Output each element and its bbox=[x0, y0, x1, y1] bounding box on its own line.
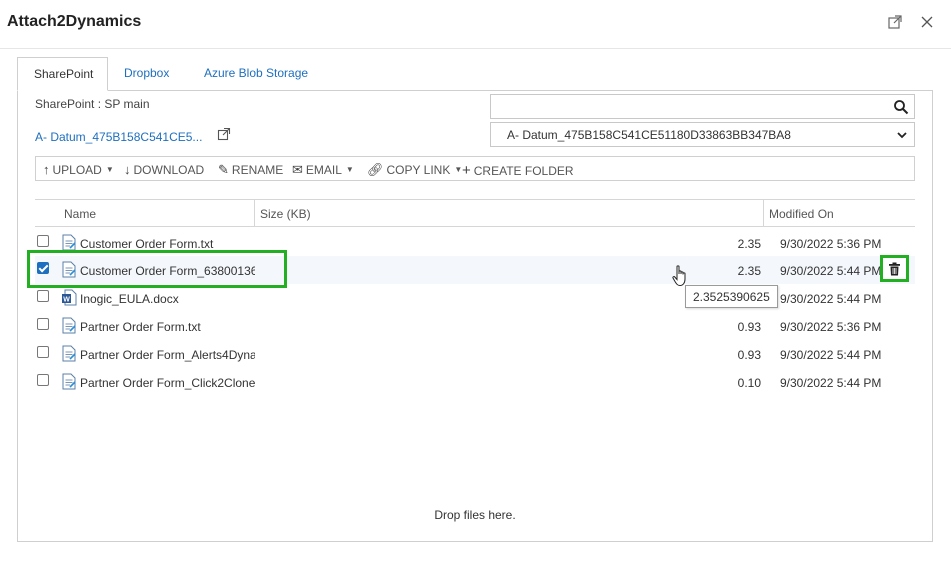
table-row[interactable]: W Inogic_EULA.docx 9/30/2022 5:44 PM bbox=[35, 284, 915, 312]
row-checkbox[interactable] bbox=[37, 235, 49, 247]
file-name[interactable]: Partner Order Form_Click2Clone. bbox=[80, 376, 255, 390]
plus-icon: + bbox=[462, 162, 471, 179]
svg-text:W: W bbox=[63, 297, 70, 304]
column-divider[interactable] bbox=[254, 200, 255, 227]
header-divider bbox=[0, 48, 951, 49]
popout-icon[interactable] bbox=[887, 14, 903, 30]
text-file-icon bbox=[61, 234, 77, 251]
tab-label: Azure Blob Storage bbox=[204, 66, 309, 80]
drop-zone-text[interactable]: Drop files here. bbox=[17, 508, 933, 522]
copy-link-label: COPY LINK bbox=[386, 163, 451, 177]
rename-label: RENAME bbox=[231, 163, 284, 177]
row-checkbox[interactable] bbox=[37, 290, 49, 302]
tab-dropbox[interactable]: Dropbox bbox=[108, 57, 185, 91]
hand-cursor-icon bbox=[672, 265, 690, 287]
row-checkbox[interactable] bbox=[37, 374, 49, 386]
pencil-icon: ✎ bbox=[218, 162, 229, 177]
envelope-icon: ✉ bbox=[292, 162, 303, 177]
file-modified: 9/30/2022 5:44 PM bbox=[780, 264, 882, 278]
row-checkbox[interactable] bbox=[37, 346, 49, 358]
chevron-down-icon bbox=[896, 129, 908, 141]
tab-label: Dropbox bbox=[124, 66, 170, 80]
email-label: EMAIL bbox=[305, 163, 342, 177]
arrow-up-icon: ↑ bbox=[43, 162, 50, 177]
file-name[interactable]: Partner Order Form_Alerts4Dynar bbox=[80, 348, 255, 362]
column-header-size[interactable]: Size (KB) bbox=[260, 207, 311, 221]
tab-label: SharePoint bbox=[34, 67, 94, 81]
toolbar: ↑ UPLOAD ▼ ↓ DOWNLOAD ✎ RENAME ✉ EMAIL ▼ 🔗︎ COP… bbox=[35, 156, 915, 181]
close-icon[interactable] bbox=[919, 14, 935, 30]
file-modified: 9/30/2022 5:36 PM bbox=[780, 320, 882, 334]
file-size: 0.93 bbox=[737, 320, 761, 334]
copy-link-button[interactable]: 🔗︎ COPY LINK ▼ bbox=[367, 162, 462, 178]
file-name[interactable]: Inogic_EULA.docx bbox=[80, 292, 255, 306]
file-name[interactable]: Customer Order Form.txt bbox=[80, 237, 255, 251]
column-divider[interactable] bbox=[763, 200, 764, 227]
rename-button[interactable]: ✎ RENAME bbox=[218, 162, 283, 178]
tab-sharepoint[interactable]: SharePoint bbox=[17, 57, 108, 91]
grid-header: Name Size (KB) Modified On bbox=[35, 199, 915, 227]
selected-file-highlight bbox=[27, 250, 287, 288]
file-size: 2.35 bbox=[737, 264, 761, 278]
app-title: Attach2Dynamics bbox=[7, 13, 142, 30]
table-row[interactable]: Partner Order Form_Click2Clone. 0.10 9/3… bbox=[35, 368, 915, 396]
text-file-icon bbox=[61, 373, 77, 390]
file-modified: 9/30/2022 5:44 PM bbox=[780, 292, 882, 306]
text-file-icon bbox=[61, 317, 77, 334]
size-tooltip: 2.3525390625 bbox=[685, 285, 778, 308]
column-header-modified[interactable]: Modified On bbox=[769, 207, 834, 221]
text-file-icon bbox=[61, 345, 77, 362]
column-header-name[interactable]: Name bbox=[64, 207, 96, 221]
file-size: 0.10 bbox=[737, 376, 761, 390]
tab-azure-blob-storage[interactable]: Azure Blob Storage bbox=[188, 57, 324, 91]
download-label: DOWNLOAD bbox=[133, 163, 205, 177]
download-button[interactable]: ↓ DOWNLOAD bbox=[124, 162, 204, 177]
search-input[interactable] bbox=[491, 95, 881, 118]
folder-select[interactable]: A- Datum_475B158C541CE51180D33863BB347BA… bbox=[490, 122, 915, 147]
file-size: 0.93 bbox=[737, 348, 761, 362]
file-modified: 9/30/2022 5:44 PM bbox=[780, 376, 882, 390]
file-name[interactable]: Partner Order Form.txt bbox=[80, 320, 255, 334]
upload-button[interactable]: ↑ UPLOAD ▼ bbox=[43, 162, 114, 177]
table-row[interactable]: Partner Order Form_Alerts4Dynar 0.93 9/3… bbox=[35, 340, 915, 368]
folder-select-value: A- Datum_475B158C541CE51180D33863BB347BA… bbox=[507, 128, 791, 142]
caret-down-icon: ▼ bbox=[105, 165, 114, 174]
create-folder-button[interactable]: + CREATE FOLDER bbox=[462, 162, 574, 179]
caret-down-icon: ▼ bbox=[345, 165, 354, 174]
link-icon: 🔗︎ bbox=[367, 162, 384, 177]
upload-label: UPLOAD bbox=[52, 163, 102, 177]
folder-link[interactable]: A- Datum_475B158C541CE5... bbox=[35, 130, 202, 144]
file-size: 2.35 bbox=[737, 237, 761, 251]
delete-button[interactable] bbox=[880, 255, 909, 282]
search-icon[interactable] bbox=[893, 99, 909, 115]
file-modified: 9/30/2022 5:44 PM bbox=[780, 348, 882, 362]
row-checkbox[interactable] bbox=[37, 318, 49, 330]
email-button[interactable]: ✉ EMAIL ▼ bbox=[292, 162, 354, 178]
table-row[interactable]: Partner Order Form.txt 0.93 9/30/2022 5:… bbox=[35, 312, 915, 340]
external-link-icon[interactable] bbox=[217, 127, 231, 141]
search-box bbox=[490, 94, 915, 119]
word-document-icon: W bbox=[61, 289, 77, 306]
create-folder-label: CREATE FOLDER bbox=[473, 164, 574, 178]
file-modified: 9/30/2022 5:36 PM bbox=[780, 237, 882, 251]
arrow-down-icon: ↓ bbox=[124, 162, 131, 177]
site-label: SharePoint : SP main bbox=[35, 97, 150, 111]
